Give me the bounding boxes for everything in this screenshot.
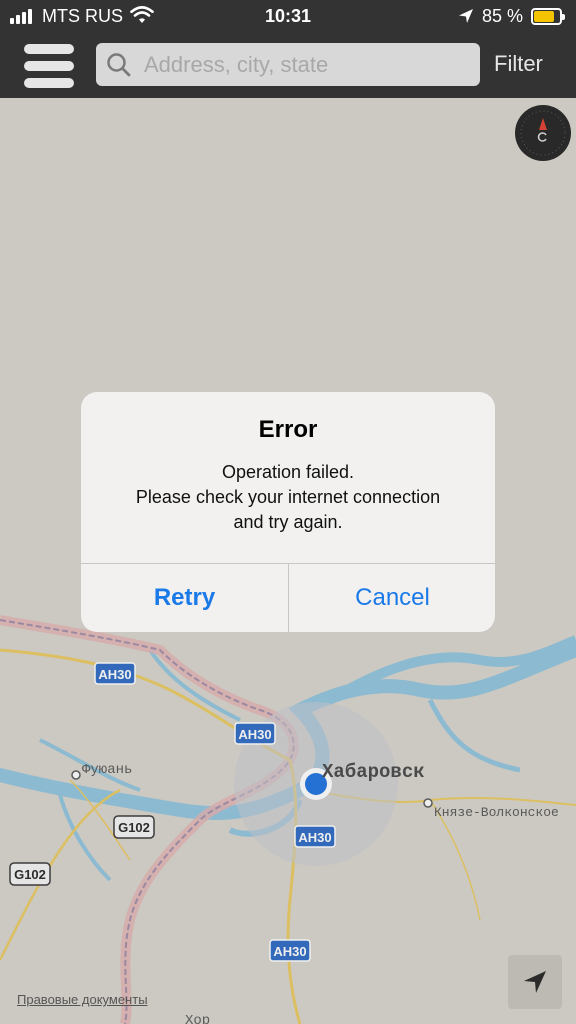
alert-title: Error bbox=[258, 416, 318, 443]
battery-percent: 85 % bbox=[482, 6, 524, 26]
top-navbar: Filter bbox=[0, 34, 576, 98]
status-bar: MTS RUS 10:31 85 % bbox=[0, 0, 576, 34]
alert-message-line: Please check your internet connection bbox=[135, 487, 441, 507]
locate-me-button[interactable] bbox=[508, 955, 562, 1009]
search-input[interactable] bbox=[144, 43, 464, 86]
battery-icon bbox=[531, 8, 565, 25]
cancel-button[interactable]: Cancel bbox=[289, 564, 495, 632]
filter-button[interactable]: Filter bbox=[494, 51, 543, 77]
retry-button[interactable]: Retry bbox=[81, 564, 288, 632]
search-bar[interactable] bbox=[96, 43, 480, 86]
alert-message-line: and try again. bbox=[233, 512, 343, 532]
error-alert-dialog: Error Operation failed. Please check you… bbox=[81, 392, 495, 632]
alert-message-line: Operation failed. bbox=[221, 462, 355, 482]
navigation-arrow-icon bbox=[524, 971, 546, 993]
legal-documents-link[interactable]: Правовые документы bbox=[17, 992, 148, 1007]
alert-message: Operation failed. Please check your inte… bbox=[101, 460, 475, 535]
hamburger-menu-icon[interactable] bbox=[24, 44, 74, 88]
search-icon bbox=[107, 53, 131, 77]
location-arrow-icon bbox=[459, 9, 473, 23]
